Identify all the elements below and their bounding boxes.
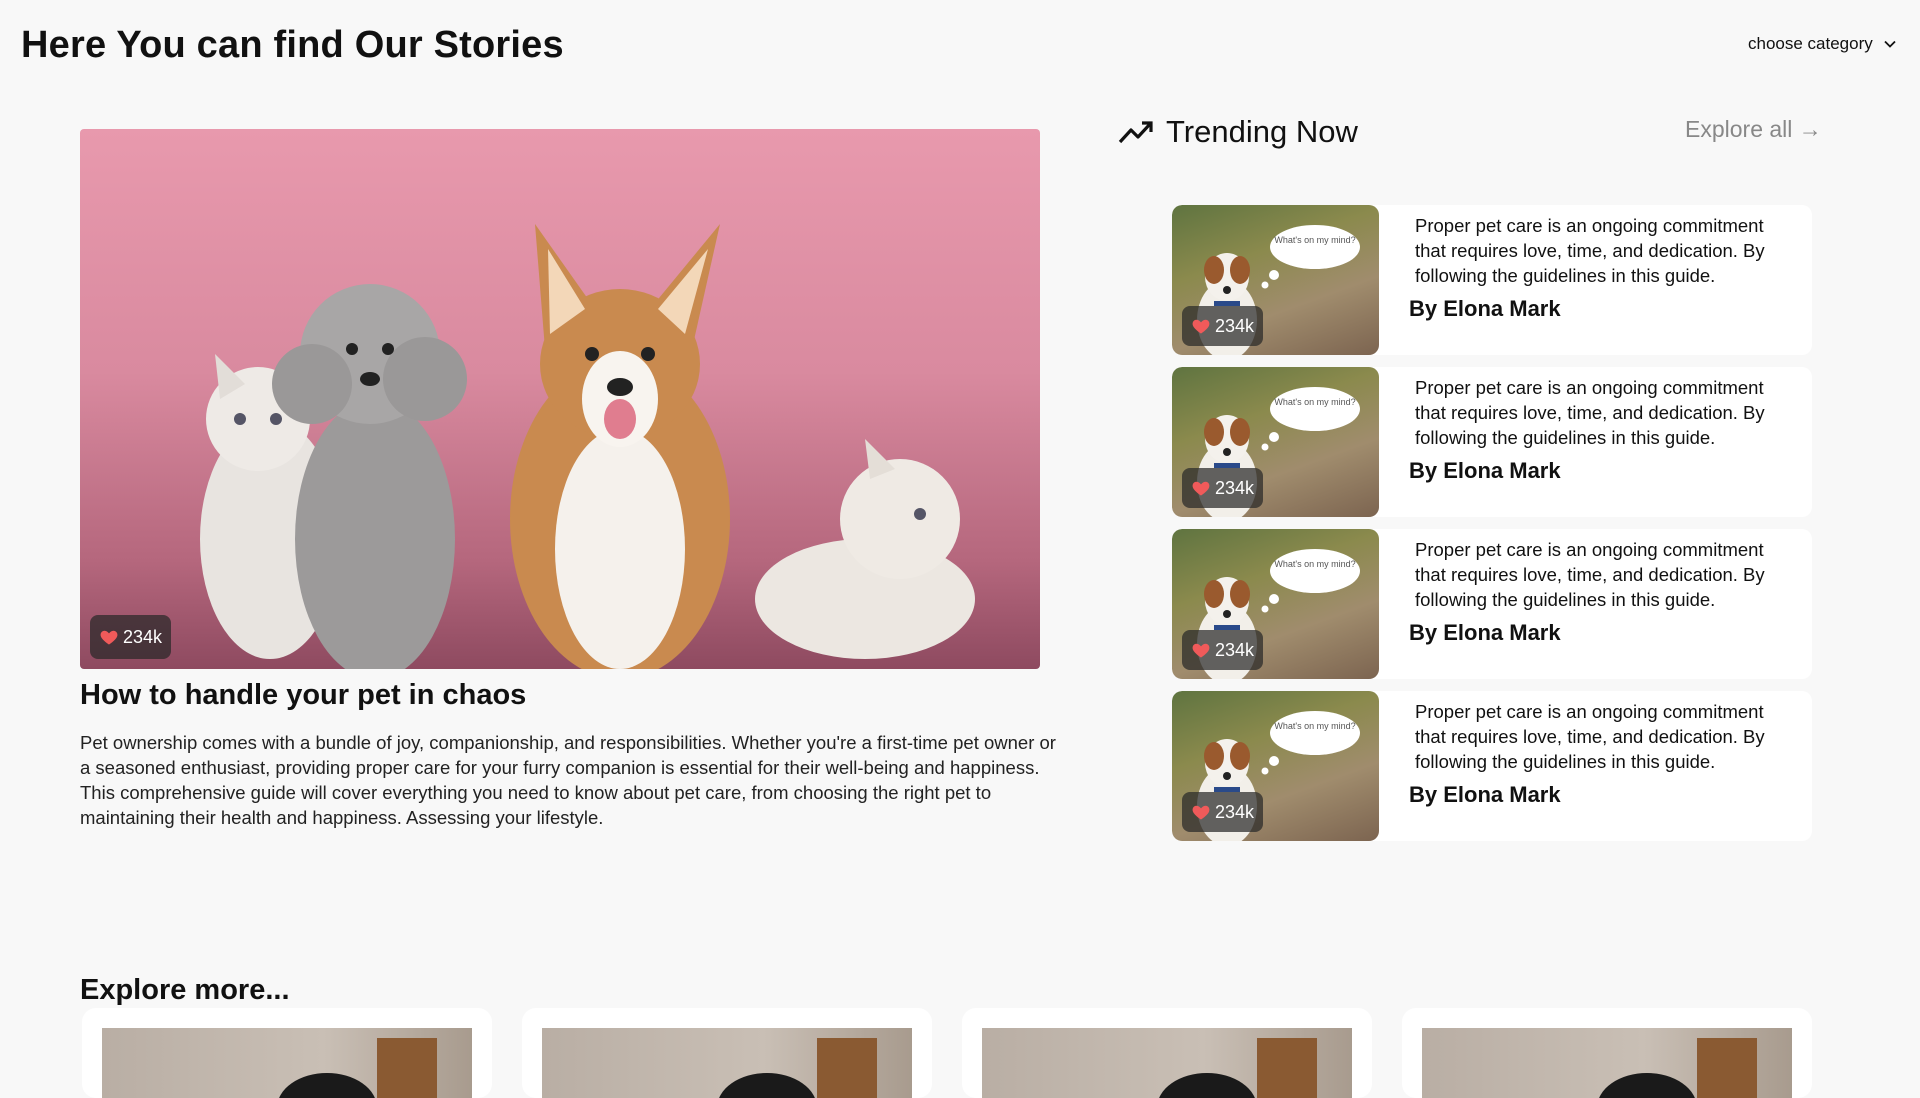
- explore-card-image[interactable]: [1422, 1028, 1792, 1098]
- trending-thumbnail[interactable]: What's on my mind? 234k: [1172, 205, 1379, 355]
- like-button[interactable]: 234k: [1182, 468, 1264, 508]
- explore-card-image[interactable]: [542, 1028, 912, 1098]
- trending-author[interactable]: By Elona Mark: [1409, 620, 1782, 646]
- trending-card-body: Proper pet care is an ongoing commitment…: [1379, 367, 1812, 517]
- thought-bubble-text: What's on my mind?: [1274, 721, 1355, 731]
- trending-thumbnail[interactable]: What's on my mind? 234k: [1172, 367, 1379, 517]
- explore-card-image[interactable]: [982, 1028, 1352, 1098]
- like-button[interactable]: 234k: [1182, 630, 1264, 670]
- explore-all-link[interactable]: Explore all →: [1685, 116, 1822, 143]
- like-count: 234k: [123, 626, 163, 647]
- chevron-down-icon: [1884, 40, 1896, 48]
- explore-card-image[interactable]: [102, 1028, 472, 1098]
- explore-card[interactable]: [1402, 1008, 1812, 1098]
- like-button[interactable]: 234k: [1182, 792, 1264, 832]
- like-count: 234k: [1215, 315, 1255, 336]
- featured-title[interactable]: How to handle your pet in chaos: [80, 679, 1060, 712]
- featured-story[interactable]: 234k How to handle your pet in chaos Pet…: [80, 129, 1060, 830]
- explore-photo: [1159, 1038, 1317, 1098]
- pets-photo: [200, 224, 975, 669]
- heart-icon: [1192, 805, 1210, 820]
- heart-icon: [100, 630, 118, 645]
- explore-more-title: Explore more...: [80, 974, 290, 1006]
- trending-card[interactable]: What's on my mind? 234k Proper pet care …: [1172, 691, 1812, 841]
- featured-image[interactable]: 234k: [80, 129, 1040, 669]
- explore-card[interactable]: [82, 1008, 492, 1098]
- like-count: 234k: [1215, 801, 1255, 822]
- trending-author[interactable]: By Elona Mark: [1409, 782, 1782, 808]
- trending-card[interactable]: What's on my mind? 234k Proper pet care …: [1172, 205, 1812, 355]
- trending-up-icon: [1118, 121, 1153, 144]
- heart-icon: [1192, 481, 1210, 496]
- explore-card[interactable]: [962, 1008, 1372, 1098]
- heart-icon: [1192, 319, 1210, 334]
- category-select-label: choose category: [1748, 34, 1873, 53]
- like-button[interactable]: 234k: [1182, 306, 1264, 346]
- heart-icon: [1192, 643, 1210, 658]
- trending-description: Proper pet care is an ongoing commitment…: [1415, 377, 1765, 448]
- thought-bubble-text: What's on my mind?: [1274, 559, 1355, 569]
- trending-header: Trending Now: [1118, 114, 1358, 150]
- trending-card-body: Proper pet care is an ongoing commitment…: [1379, 529, 1812, 679]
- trending-description: Proper pet care is an ongoing commitment…: [1415, 539, 1765, 610]
- explore-photo: [1599, 1038, 1757, 1098]
- trending-title: Trending Now: [1166, 114, 1358, 149]
- trending-card-body: Proper pet care is an ongoing commitment…: [1379, 205, 1812, 355]
- trending-description: Proper pet care is an ongoing commitment…: [1415, 701, 1765, 772]
- trending-author[interactable]: By Elona Mark: [1409, 296, 1782, 322]
- thought-bubble-text: What's on my mind?: [1274, 235, 1355, 245]
- explore-card[interactable]: [522, 1008, 932, 1098]
- page-title: Here You can find Our Stories: [21, 24, 564, 66]
- explore-photo: [279, 1038, 437, 1098]
- featured-excerpt: Pet ownership comes with a bundle of joy…: [80, 732, 1056, 828]
- category-select[interactable]: choose category: [1748, 34, 1897, 54]
- like-button[interactable]: 234k: [90, 615, 172, 659]
- explore-photo: [719, 1038, 877, 1098]
- trending-thumbnail[interactable]: What's on my mind? 234k: [1172, 529, 1379, 679]
- like-count: 234k: [1215, 477, 1255, 498]
- trending-card[interactable]: What's on my mind? 234k Proper pet care …: [1172, 367, 1812, 517]
- trending-author[interactable]: By Elona Mark: [1409, 458, 1782, 484]
- trending-card[interactable]: What's on my mind? 234k Proper pet care …: [1172, 529, 1812, 679]
- trending-card-body: Proper pet care is an ongoing commitment…: [1379, 691, 1812, 841]
- like-count: 234k: [1215, 639, 1255, 660]
- trending-list: What's on my mind? 234k Proper pet care …: [1172, 205, 1812, 853]
- thought-bubble-text: What's on my mind?: [1274, 397, 1355, 407]
- trending-thumbnail[interactable]: What's on my mind? 234k: [1172, 691, 1379, 841]
- trending-description: Proper pet care is an ongoing commitment…: [1415, 215, 1765, 286]
